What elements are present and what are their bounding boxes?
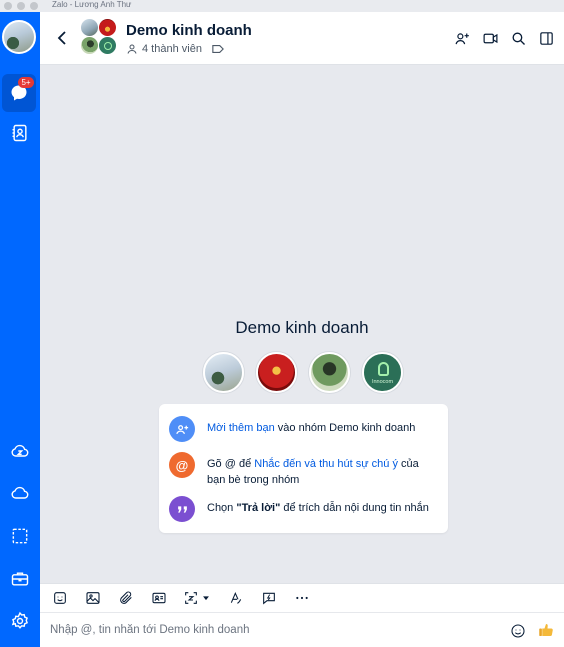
capture-icon xyxy=(185,592,197,604)
tip-text-part: vào nhóm Demo kinh doanh xyxy=(274,422,416,434)
group-avatar[interactable] xyxy=(80,18,118,56)
back-arrow-icon xyxy=(57,31,66,45)
member-count: 4 thành viên xyxy=(142,43,202,55)
nav-cloud-button[interactable] xyxy=(0,474,40,512)
search-button[interactable] xyxy=(508,28,528,48)
add-member-icon xyxy=(455,32,469,44)
tip-text-part: "Trả lời" xyxy=(236,502,281,514)
tag-icon[interactable] xyxy=(212,43,224,55)
member-avatar[interactable]: Innocom xyxy=(362,352,403,393)
send-contact-card-button[interactable] xyxy=(149,589,168,608)
add-friends-icon xyxy=(169,416,195,442)
settings-icon xyxy=(11,611,28,629)
member-avatar xyxy=(98,36,117,55)
message-composer xyxy=(40,613,564,647)
quick-message-button[interactable] xyxy=(259,589,278,608)
format-text-icon xyxy=(230,592,241,604)
tip-reply[interactable]: Chọn "Trả lời" để trích dẫn nội dung tin… xyxy=(169,496,439,522)
nav-settings-button[interactable] xyxy=(0,602,40,640)
invite-link[interactable]: Mời thêm bạn xyxy=(207,422,275,434)
message-input[interactable] xyxy=(50,621,490,639)
layout-icon xyxy=(539,31,553,45)
tip-invite-text: Mời thêm bạn vào nhóm Demo kinh doanh xyxy=(207,416,415,436)
mention-icon: @ xyxy=(169,452,195,478)
attach-icon xyxy=(119,591,132,604)
toolbox-icon xyxy=(11,572,29,586)
tip-reply-text: Chọn "Trả lời" để trích dẫn nội dung tin… xyxy=(207,496,429,516)
chevron-down-icon xyxy=(203,596,209,601)
member-icon xyxy=(127,44,137,54)
nav-cloud-sync-button[interactable] xyxy=(0,432,40,470)
tip-mention[interactable]: @ Gõ @ để Nhắc đến và thu hút sự chú ý c… xyxy=(169,452,439,488)
window-title: Zalo - Lương Anh Thư xyxy=(52,0,132,9)
member-avatar[interactable] xyxy=(256,352,297,393)
sticker-icon xyxy=(53,592,66,604)
group-member-avatars: Innocom xyxy=(203,352,403,393)
member-avatar xyxy=(80,36,99,55)
image-icon xyxy=(85,592,100,604)
contacts-icon xyxy=(12,124,27,142)
contact-card-icon xyxy=(151,592,166,604)
more-icon xyxy=(295,596,308,600)
window-close-button[interactable] xyxy=(4,2,12,10)
tip-mention-text: Gõ @ để Nhắc đến và thu hút sự chú ý của… xyxy=(207,452,439,488)
chat-title[interactable]: Demo kinh doanh xyxy=(126,22,252,39)
avatar-brand-text: Innocom xyxy=(371,379,394,385)
nav-messages-button[interactable]: 5+ xyxy=(2,74,36,112)
window-titlebar: Zalo - Lương Anh Thư xyxy=(0,0,564,12)
left-navigation-rail: 5+ xyxy=(0,12,40,647)
video-call-button[interactable] xyxy=(480,28,500,48)
mention-link[interactable]: Nhắc đến và thu hút sự chú ý xyxy=(254,458,398,470)
nav-screenshot-button[interactable] xyxy=(0,517,40,555)
attach-file-button[interactable] xyxy=(116,589,135,608)
window-minimize-button[interactable] xyxy=(17,2,25,10)
search-icon xyxy=(512,32,525,45)
cloud-icon xyxy=(11,486,29,499)
add-member-button[interactable] xyxy=(452,28,472,48)
sticker-button[interactable] xyxy=(50,589,69,608)
tip-text-part: Chọn xyxy=(207,502,237,514)
member-avatar[interactable] xyxy=(203,352,244,393)
screenshot-icon xyxy=(12,528,28,544)
nav-contacts-button[interactable] xyxy=(0,114,40,152)
back-button[interactable] xyxy=(54,28,70,48)
composer-toolbar xyxy=(40,583,564,613)
group-intro-title: Demo kinh doanh xyxy=(235,318,369,337)
quote-icon xyxy=(169,496,195,522)
member-avatar xyxy=(98,18,117,37)
send-image-button[interactable] xyxy=(83,589,102,608)
text-format-button[interactable] xyxy=(226,589,245,608)
toggle-info-panel-button[interactable] xyxy=(536,28,556,48)
cloud-sync-icon xyxy=(11,444,29,457)
unread-badge: 5+ xyxy=(18,77,34,88)
more-options-button[interactable] xyxy=(292,589,311,608)
user-avatar[interactable] xyxy=(2,20,36,54)
emoji-icon[interactable] xyxy=(510,623,526,639)
nav-toolbox-button[interactable] xyxy=(0,560,40,598)
tip-invite[interactable]: Mời thêm bạn vào nhóm Demo kinh doanh xyxy=(169,416,439,442)
like-button[interactable] xyxy=(536,621,556,641)
member-count-link[interactable]: 4 thành viên xyxy=(126,43,224,55)
video-call-icon xyxy=(483,33,497,43)
screen-capture-button[interactable] xyxy=(182,589,212,608)
window-zoom-button[interactable] xyxy=(30,2,38,10)
like-icon xyxy=(539,624,553,637)
member-avatar[interactable] xyxy=(309,352,350,393)
tip-text-part: Gõ @ để xyxy=(207,458,255,470)
chat-header: Demo kinh doanh 4 thành viên xyxy=(40,12,564,65)
tip-text-part: để trích dẫn nội dung tin nhắn xyxy=(280,502,429,514)
group-tips-card: Mời thêm bạn vào nhóm Demo kinh doanh @ … xyxy=(159,404,448,533)
quick-message-icon xyxy=(262,592,275,605)
header-actions xyxy=(452,28,556,48)
member-avatar xyxy=(80,18,99,37)
bulb-logo-icon xyxy=(378,362,389,376)
